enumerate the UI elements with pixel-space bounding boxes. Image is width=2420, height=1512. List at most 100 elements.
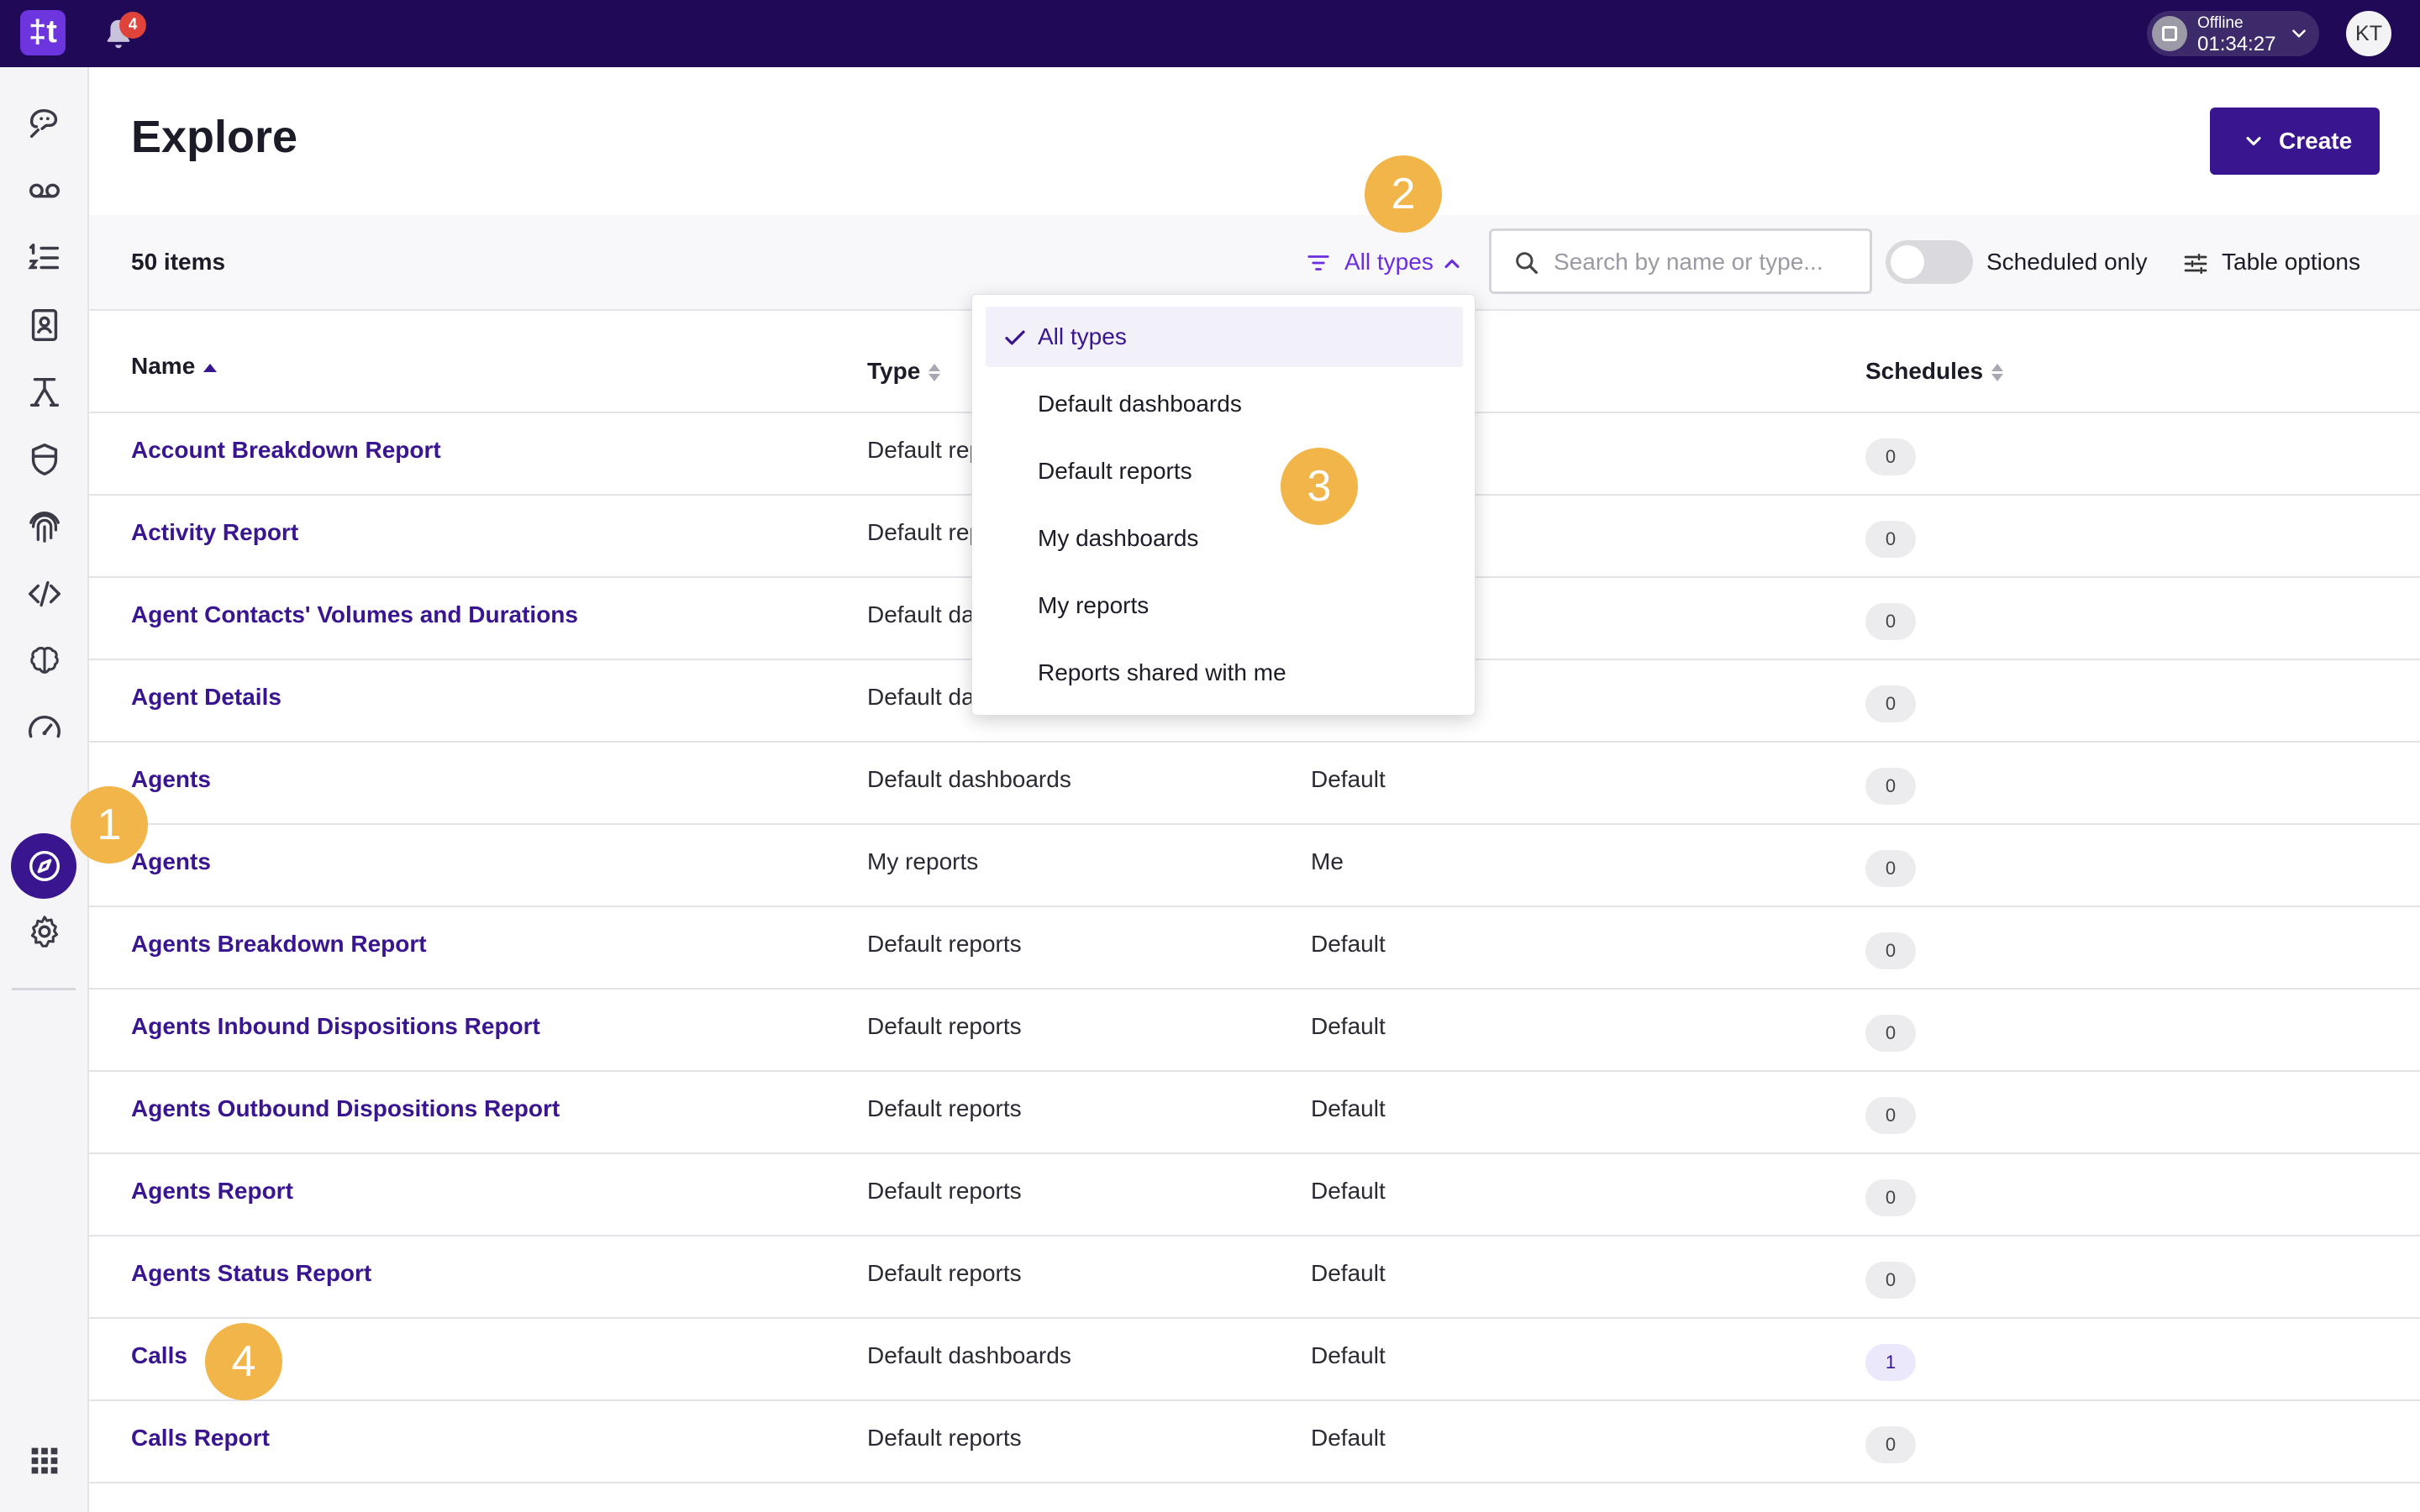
report-type: My reports	[867, 848, 979, 874]
code-icon[interactable]	[25, 575, 64, 613]
dropdown-option[interactable]: My reports	[986, 575, 1463, 636]
report-name-link[interactable]: Agent Details	[131, 684, 281, 711]
user-avatar[interactable]: KT	[2346, 11, 2391, 56]
dropdown-option[interactable]: Default dashboards	[986, 374, 1463, 434]
routing-icon[interactable]	[25, 373, 64, 412]
report-type: Default dashboards	[867, 1342, 1071, 1368]
dropdown-option-label: My dashboards	[1038, 525, 1199, 551]
column-header-type[interactable]: Type	[867, 358, 941, 385]
schedules-count: 0	[1865, 932, 1916, 969]
table-options-label: Table options	[2222, 249, 2361, 275]
shield-icon[interactable]	[25, 440, 64, 479]
report-name-link[interactable]: Agents	[131, 848, 211, 875]
report-type: Default reports	[867, 1013, 1022, 1039]
create-button[interactable]: Create	[2210, 108, 2380, 175]
scheduled-only-toggle[interactable]	[1886, 240, 1973, 284]
report-name-link[interactable]: Calls	[131, 1342, 187, 1369]
notification-badge: 4	[119, 12, 146, 39]
dropdown-option-label: Default dashboards	[1038, 391, 1242, 417]
app-logo[interactable]: ‡t	[20, 10, 66, 55]
report-owner: Default	[1311, 1342, 1386, 1368]
contacts-icon[interactable]	[25, 306, 64, 344]
report-name-link[interactable]: Agents Inbound Dispositions Report	[131, 1013, 540, 1040]
sort-icon	[1991, 363, 2004, 382]
type-filter-label: All types	[1344, 249, 1434, 275]
table-row: Agents Status Report Default reports Defau…	[89, 1236, 2420, 1319]
schedules-count: 0	[1865, 603, 1916, 640]
table-row: Agents My reports Me 0	[89, 825, 2420, 907]
report-type: Default reports	[867, 1095, 1022, 1121]
dropdown-option-label: My reports	[1038, 592, 1150, 618]
table-row: Agents Outbound Dispositions Report Defau…	[89, 1072, 2420, 1154]
step-marker-4: 4	[205, 1323, 282, 1400]
report-name-link[interactable]: Calls Report	[131, 1425, 270, 1452]
dropdown-option[interactable]: Default reports	[986, 441, 1463, 501]
search-input[interactable]	[1554, 246, 1856, 278]
schedules-count: 0	[1865, 438, 1916, 475]
report-name-link[interactable]: Activity Report	[131, 519, 298, 546]
queue-list-icon[interactable]	[25, 239, 64, 277]
report-name-link[interactable]: Agents Breakdown Report	[131, 931, 427, 958]
report-name-link[interactable]: Agents Status Report	[131, 1260, 371, 1287]
agent-assist-icon[interactable]	[25, 104, 64, 143]
report-name-link[interactable]: Agents Report	[131, 1178, 293, 1205]
fingerprint-icon[interactable]	[25, 507, 64, 546]
check-icon	[1005, 330, 1025, 345]
dropdown-option[interactable]: Reports shared with me	[986, 643, 1463, 703]
sort-ascending-icon	[203, 363, 218, 372]
column-header-name[interactable]: Name	[131, 353, 218, 380]
speedometer-icon[interactable]	[25, 709, 64, 748]
filter-icon	[1307, 255, 1329, 270]
table-row: Calls Report Default reports Default 0	[89, 1401, 2420, 1483]
status-timer: 01:34:27	[2197, 33, 2276, 55]
chevron-down-icon	[2246, 136, 2261, 146]
report-name-link[interactable]: Agents Outbound Dispositions Report	[131, 1095, 560, 1122]
table-row: Agents Breakdown Report Default reports De…	[89, 907, 2420, 990]
schedules-count: 0	[1865, 685, 1916, 722]
sliders-icon	[2184, 254, 2207, 274]
top-bar: ‡t 4 Offline 01:34:27 KT	[0, 0, 2420, 67]
dropdown-option[interactable]: All types	[986, 307, 1463, 367]
report-owner: Default	[1311, 1260, 1386, 1286]
page-title: Explore	[131, 112, 298, 162]
column-header-schedules[interactable]: Schedules	[1865, 358, 2004, 385]
dropdown-option[interactable]: My dashboards	[986, 508, 1463, 569]
report-owner: Default	[1311, 1013, 1386, 1039]
sidebar	[0, 67, 89, 1512]
schedules-count: 1	[1865, 1344, 1916, 1381]
step-marker-3: 3	[1281, 448, 1358, 525]
schedules-count: 0	[1865, 1097, 1916, 1134]
chevron-up-icon	[1444, 259, 1460, 269]
schedules-count: 0	[1865, 768, 1916, 805]
compass-icon[interactable]	[25, 847, 64, 885]
agent-status-selector[interactable]: Offline 01:34:27	[2147, 11, 2319, 56]
gear-icon[interactable]	[25, 912, 64, 951]
step-marker-2: 2	[1365, 155, 1442, 233]
schedules-count: 0	[1865, 521, 1916, 558]
schedules-count: 0	[1865, 1179, 1916, 1216]
voicemail-icon[interactable]	[25, 171, 64, 210]
report-type: Default reports	[867, 931, 1022, 957]
report-type: Default reports	[867, 1425, 1022, 1451]
report-name-link[interactable]: Agents	[131, 766, 211, 793]
status-label: Offline	[2197, 14, 2244, 32]
schedules-count: 0	[1865, 1015, 1916, 1052]
items-count: 50 items	[131, 249, 226, 275]
step-marker-1: 1	[71, 786, 148, 864]
schedules-count: 0	[1865, 1426, 1916, 1463]
toggle-knob	[1891, 245, 1924, 279]
report-owner: Default	[1311, 931, 1386, 957]
offline-status-icon	[2152, 16, 2187, 51]
search-field[interactable]	[1489, 228, 1872, 294]
report-name-link[interactable]: Account Breakdown Report	[131, 437, 441, 464]
report-name-link[interactable]: Agent Contacts' Volumes and Durations	[131, 601, 578, 628]
dropdown-option-label: Reports shared with me	[1038, 659, 1286, 685]
chevron-down-icon	[2292, 29, 2306, 38]
report-owner: Default	[1311, 1095, 1386, 1121]
apps-grid-icon[interactable]	[25, 1441, 64, 1480]
report-owner: Default	[1311, 1178, 1386, 1204]
report-type: Default reports	[867, 1260, 1022, 1286]
brain-icon[interactable]	[25, 642, 64, 680]
report-owner: Default	[1311, 766, 1386, 792]
search-icon	[1516, 252, 1538, 274]
